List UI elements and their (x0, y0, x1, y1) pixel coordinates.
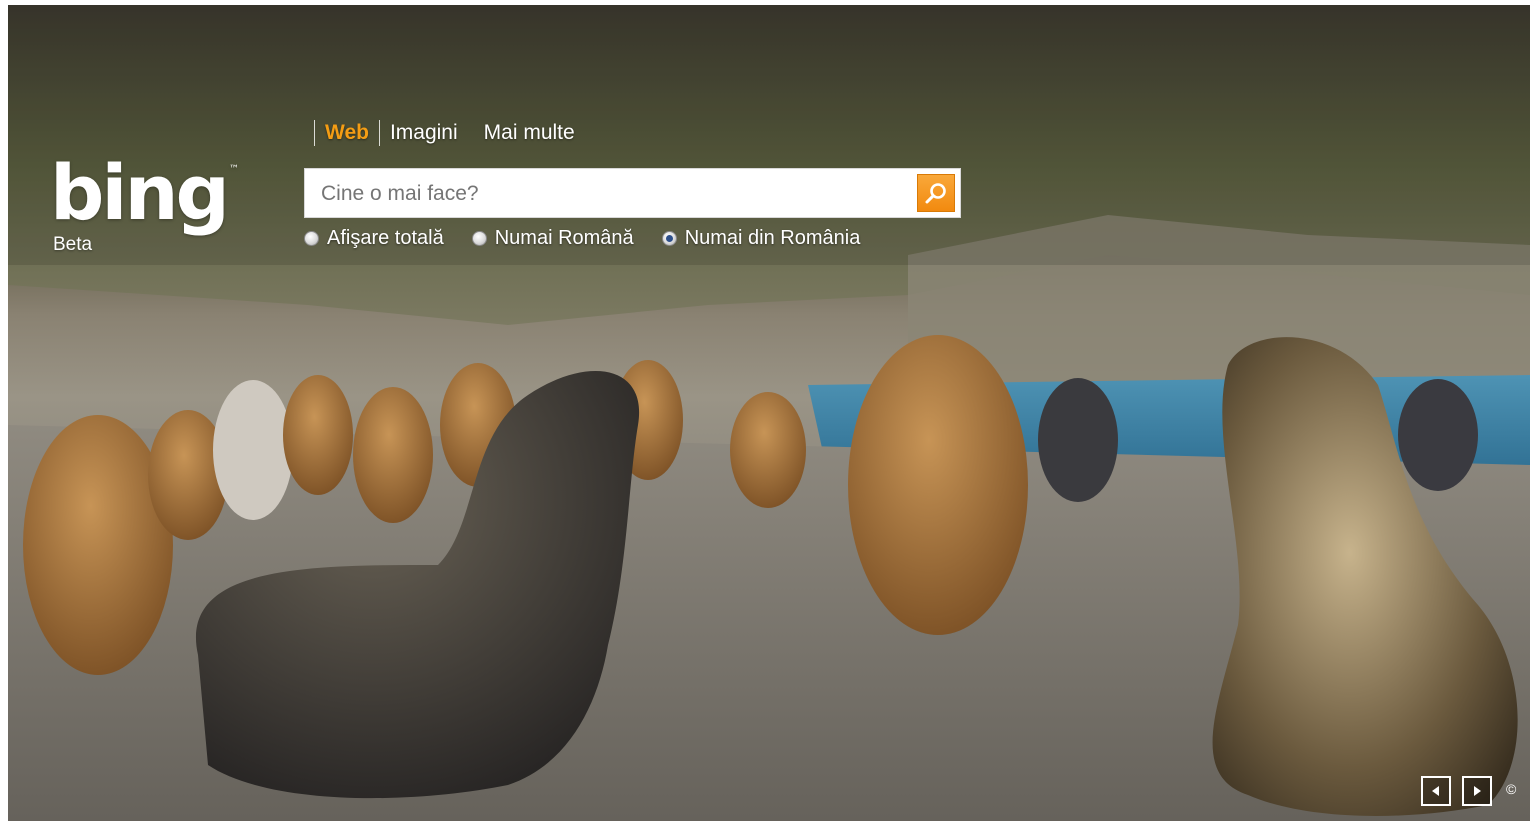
radio-from-romania[interactable] (661, 231, 677, 246)
search-icon (925, 183, 946, 204)
search-filters: Afişare totală Numai Română Numai din Ro… (304, 227, 888, 250)
background-photo-illustration (8, 5, 1530, 821)
filter-option-romanian-language[interactable]: Numai Română (471, 227, 634, 250)
scope-web-link[interactable]: Web (325, 121, 369, 145)
bing-homepage: bing™ Beta Web Imagini Mai multe Afişare… (8, 5, 1530, 821)
radio-all[interactable] (304, 231, 319, 246)
bing-logo[interactable]: bing ™ (50, 155, 239, 231)
scope-more-link[interactable]: Mai multe (484, 121, 575, 145)
search-input[interactable] (319, 177, 913, 211)
scope-divider (314, 120, 315, 146)
previous-image-button[interactable] (1421, 776, 1451, 806)
background-image (8, 5, 1530, 821)
trademark-symbol: ™ (228, 164, 239, 175)
next-arrow-icon (1474, 786, 1481, 796)
logo-text: bing (50, 148, 230, 237)
filter-option-from-romania[interactable]: Numai din România (661, 227, 861, 250)
filter-option-all[interactable]: Afişare totală (304, 227, 444, 250)
search-button[interactable] (917, 174, 955, 212)
radio-romanian-language[interactable] (471, 231, 487, 246)
scope-divider (378, 120, 380, 146)
copyright-icon[interactable]: © (1506, 781, 1516, 797)
filter-label-all: Afişare totală (327, 227, 444, 249)
filter-label-from-romania: Numai din România (684, 227, 861, 249)
filter-label-romanian-language: Numai Română (494, 227, 634, 249)
beta-label: Beta (53, 234, 93, 255)
scope-nav: Web Imagini Mai multe (304, 120, 601, 146)
scope-images-link[interactable]: Imagini (390, 121, 458, 145)
search-box (304, 168, 961, 218)
previous-arrow-icon (1432, 786, 1439, 796)
next-image-button[interactable] (1462, 776, 1492, 806)
